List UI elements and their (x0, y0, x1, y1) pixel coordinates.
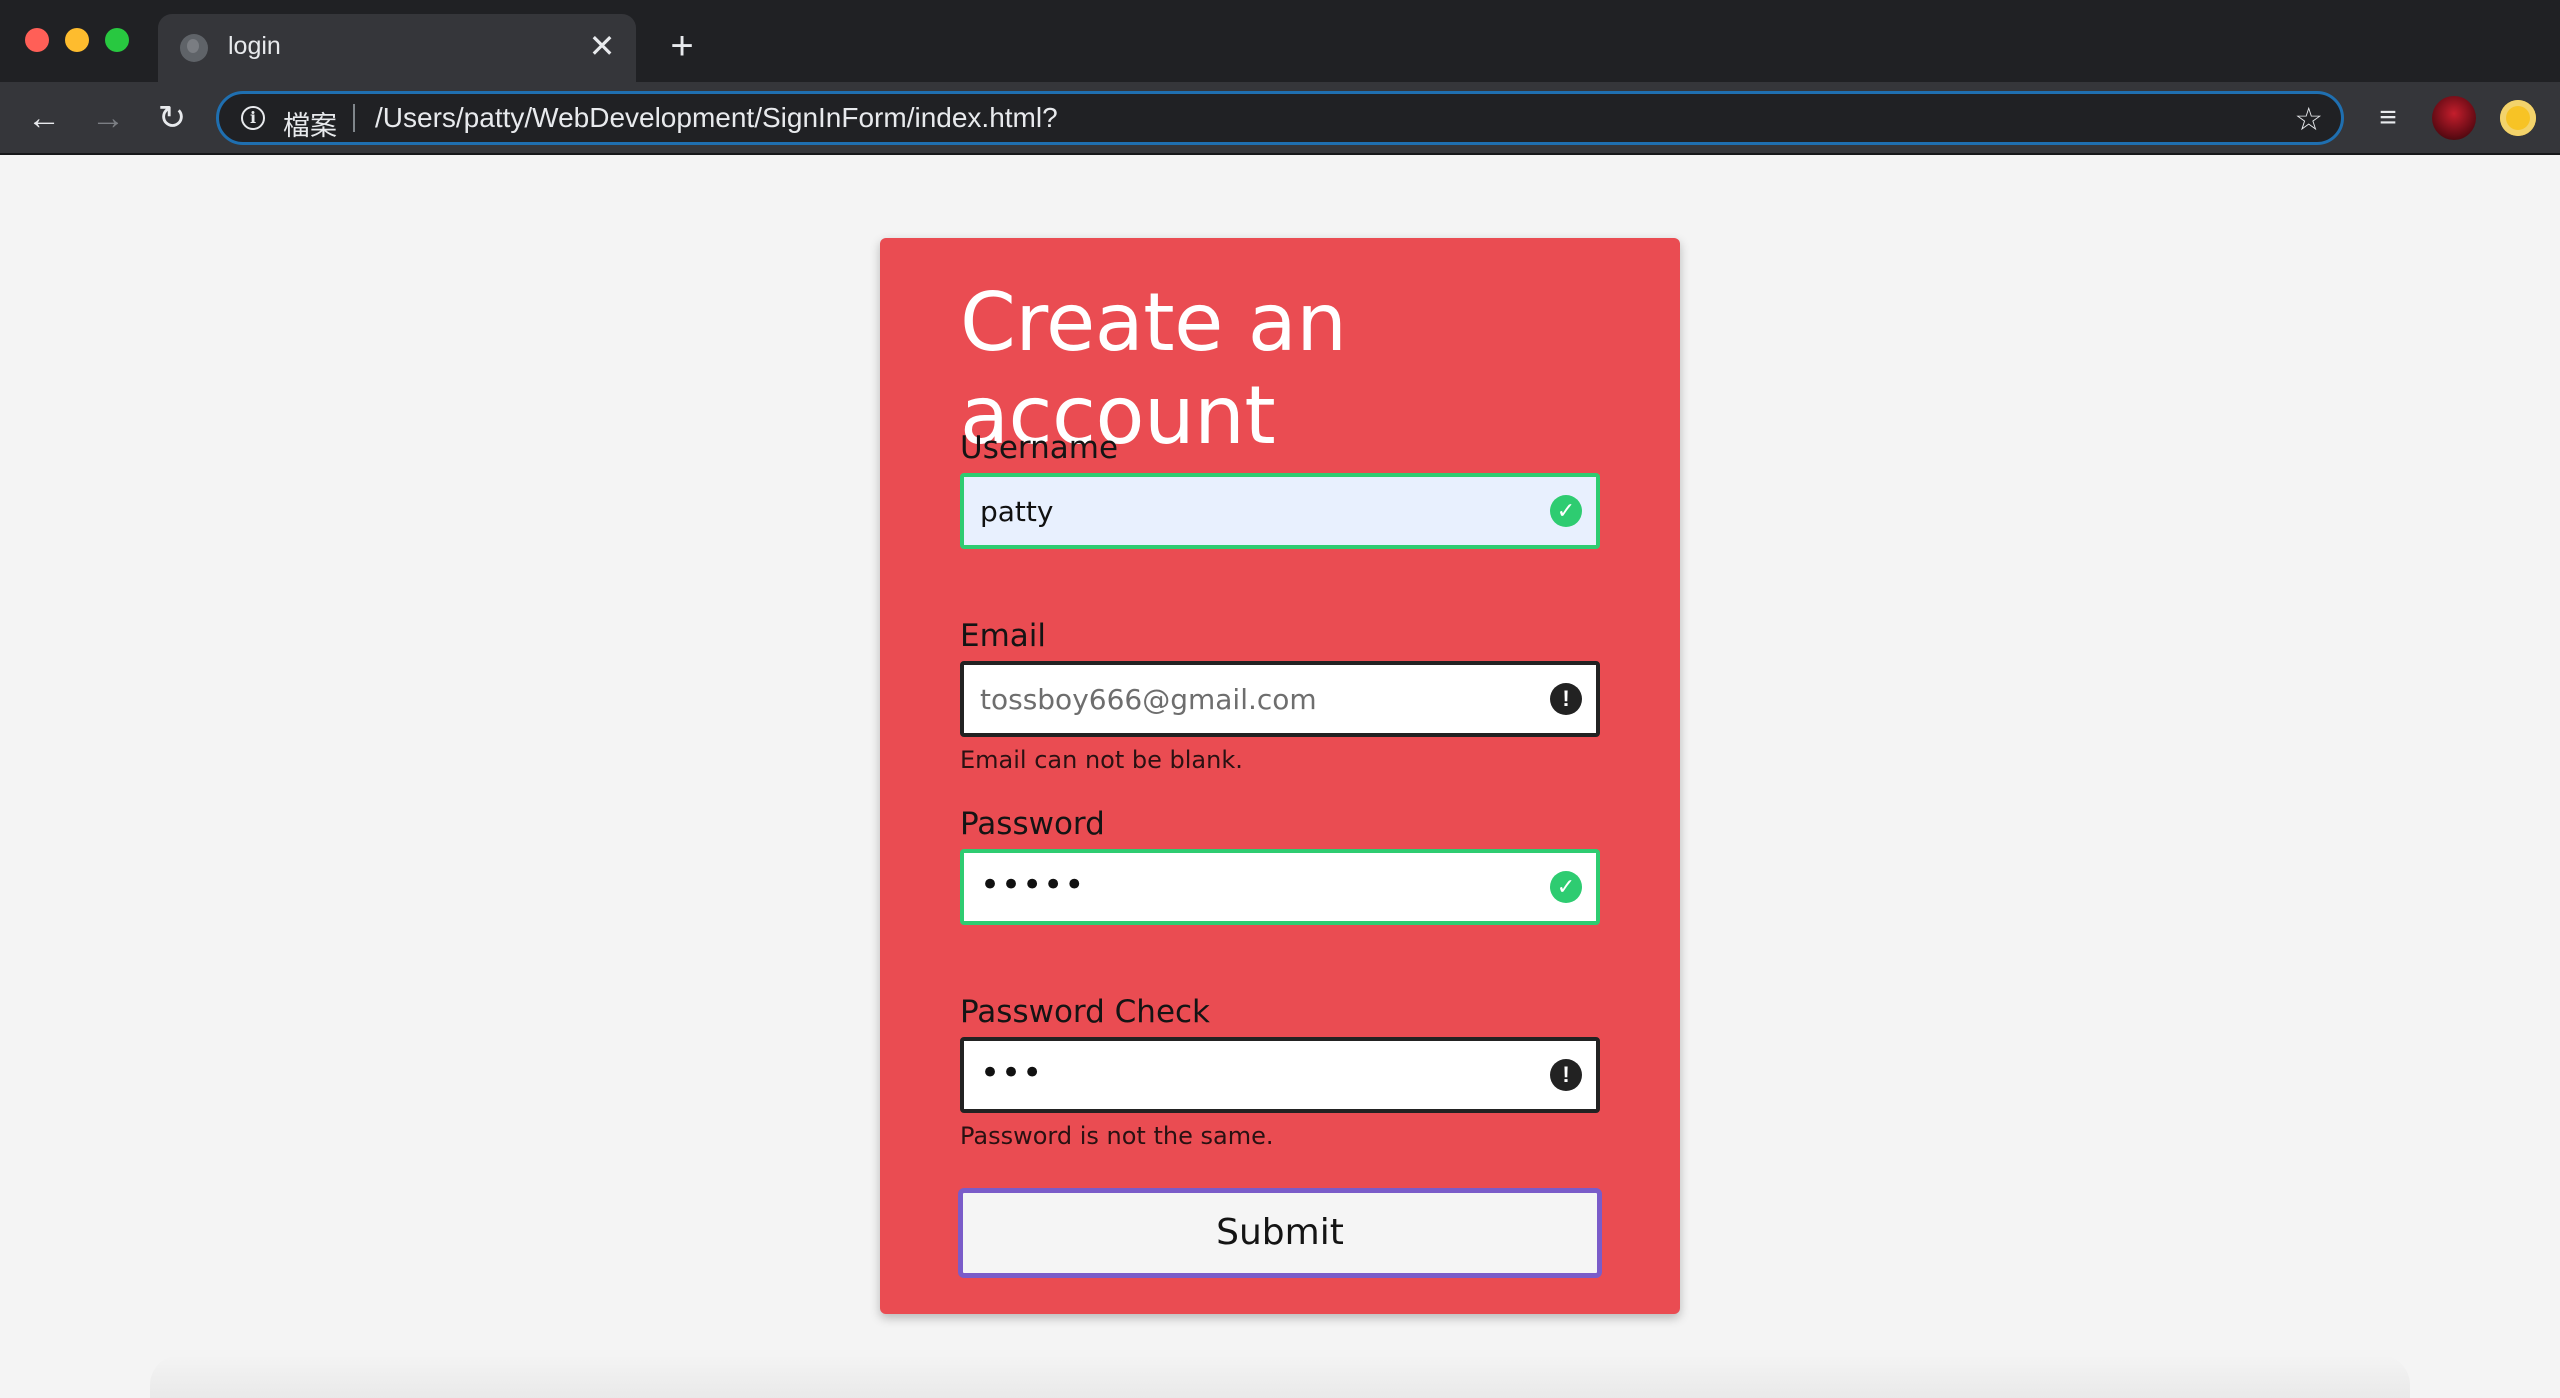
url-text[interactable]: /Users/patty/WebDevelopment/SignInForm/i… (375, 102, 1058, 134)
site-info-label[interactable]: 檔案 (283, 104, 337, 143)
password-check-error-message: Password is not the same. (960, 1122, 1274, 1150)
address-bar[interactable]: i 檔案 /Users/patty/WebDevelopment/SignInF… (216, 91, 2344, 145)
media-queue-icon[interactable]: ≡ (2368, 98, 2408, 138)
profile-avatar[interactable] (2432, 96, 2476, 140)
browser-toolbar: ← → ↻ i 檔案 /Users/patty/WebDevelopment/S… (0, 82, 2560, 155)
username-value: patty (980, 495, 1054, 528)
page-content: Create an account Username patty ✓ Email… (0, 155, 2560, 1398)
password-check-input[interactable]: ••• ! (960, 1037, 1600, 1113)
exclamation-circle-icon: ! (1550, 1059, 1582, 1091)
bookmark-star-icon[interactable]: ☆ (2294, 100, 2323, 138)
password-input[interactable]: ••••• ✓ (960, 849, 1600, 925)
email-placeholder: tossboy666@gmail.com (980, 683, 1317, 716)
email-label: Email (960, 618, 1047, 654)
tab-title: login (228, 32, 281, 60)
tab-strip: login ✕ + (0, 0, 2560, 82)
exclamation-circle-icon: ! (1550, 683, 1582, 715)
username-input[interactable]: patty ✓ (960, 473, 1600, 549)
email-error-message: Email can not be blank. (960, 746, 1243, 774)
globe-icon (180, 34, 208, 62)
close-window-button[interactable] (25, 28, 49, 52)
password-check-label: Password Check (960, 994, 1211, 1030)
check-circle-icon: ✓ (1550, 495, 1582, 527)
extension-icon[interactable] (2500, 100, 2536, 136)
info-icon[interactable]: i (241, 106, 265, 130)
tab-login[interactable]: login ✕ (158, 14, 636, 82)
submit-button[interactable]: Submit (958, 1188, 1602, 1278)
close-tab-icon[interactable]: ✕ (586, 30, 618, 62)
username-label: Username (960, 430, 1119, 466)
password-label: Password (960, 806, 1105, 842)
minimize-window-button[interactable] (65, 28, 89, 52)
signup-card: Create an account Username patty ✓ Email… (880, 238, 1680, 1314)
forward-arrow-icon[interactable]: → (88, 98, 128, 138)
address-separator (353, 104, 355, 132)
email-input[interactable]: tossboy666@gmail.com ! (960, 661, 1600, 737)
back-arrow-icon[interactable]: ← (24, 98, 64, 138)
password-check-value: ••• (980, 1053, 1044, 1093)
new-tab-button[interactable]: + (662, 26, 702, 66)
maximize-window-button[interactable] (105, 28, 129, 52)
reload-icon[interactable]: ↻ (152, 98, 192, 138)
password-value: ••••• (980, 865, 1086, 905)
browser-chrome: login ✕ + ← → ↻ i 檔案 /Users/patty/WebDev… (0, 0, 2560, 155)
page-shadow (150, 1355, 2410, 1398)
check-circle-icon: ✓ (1550, 871, 1582, 903)
